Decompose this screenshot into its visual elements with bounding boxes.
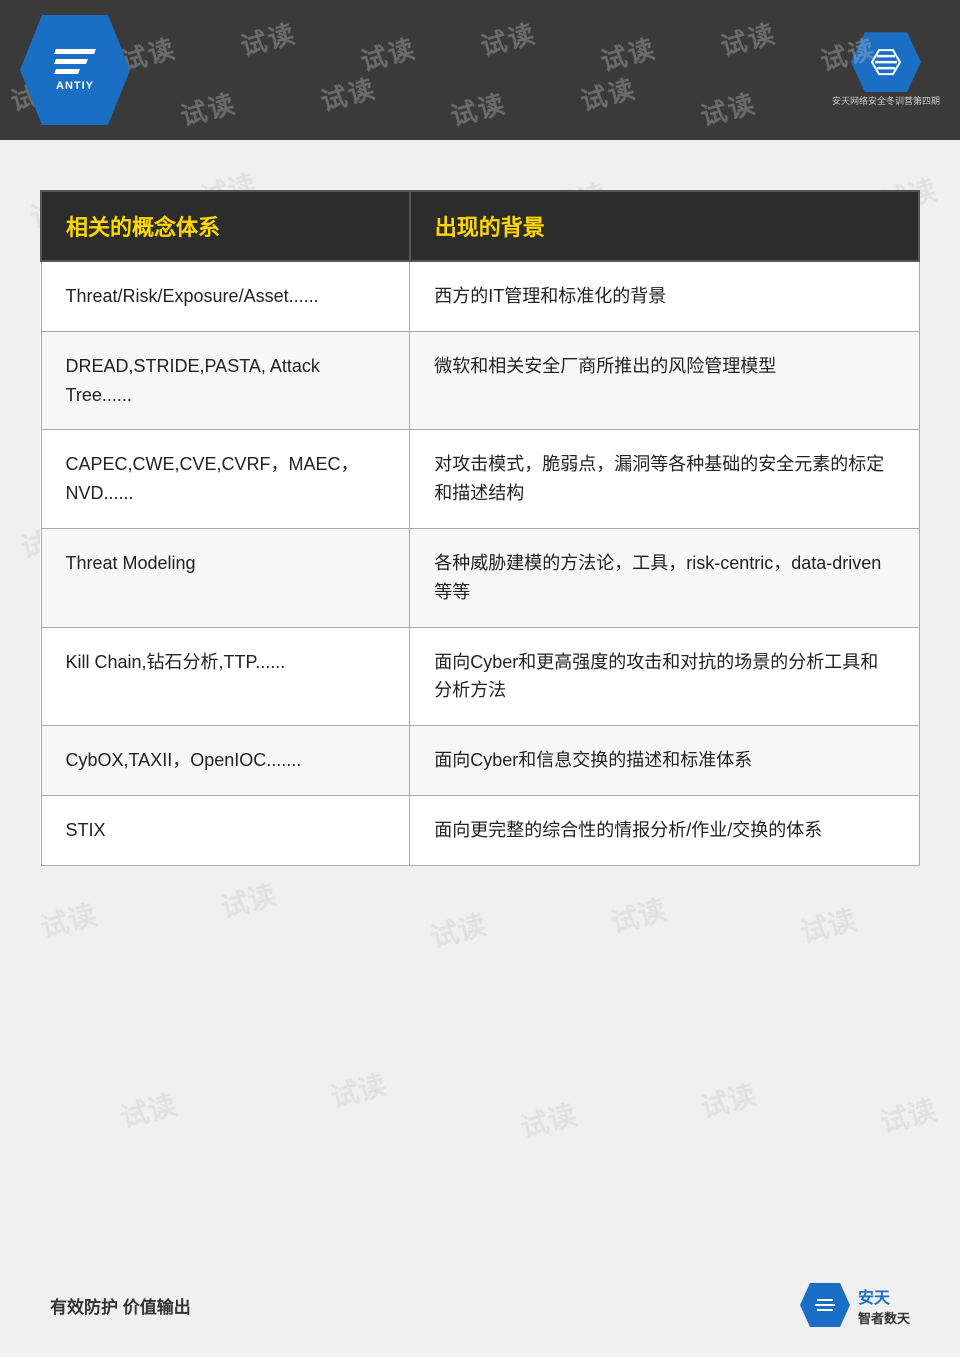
table-cell-left-5: CybOX,TAXII，OpenIOC.......: [41, 726, 410, 796]
wm13: 试读: [696, 83, 760, 133]
logo-stripes: [55, 49, 95, 74]
bwm31: 试读: [876, 1088, 940, 1141]
bwm27: 试读: [116, 1083, 180, 1136]
header-right-subtext: 安天网络安全冬训营第四期: [832, 96, 940, 108]
footer: 有效防护 价值输出 安天 智者数天: [0, 1283, 960, 1327]
bwm30: 试读: [696, 1073, 760, 1126]
table-row: DREAD,STRIDE,PASTA, Attack Tree......微软和…: [41, 331, 919, 430]
header: ANTIY 试读 试读 试读 试读 试读 试读 试读 试读 试读 试读 试读 试…: [0, 0, 960, 140]
table-row: CAPEC,CWE,CVE,CVRF，MAEC，NVD......对攻击模式，脆…: [41, 430, 919, 529]
header-right-logo-shape: [851, 32, 921, 92]
bwm26: 试读: [796, 898, 860, 951]
table-row: Kill Chain,钻石分析,TTP......面向Cyber和更高强度的攻击…: [41, 627, 919, 726]
header-logo-svg: [867, 45, 905, 79]
wm9: 试读: [176, 83, 240, 133]
footer-brand-text: 智者数天: [858, 1308, 910, 1327]
table-cell-right-3: 各种威胁建模的方法论，工具，risk-centric，data-driven等等: [410, 528, 919, 627]
footer-right: 安天 智者数天: [800, 1283, 910, 1327]
logo: ANTIY: [20, 15, 130, 125]
table-cell-right-5: 面向Cyber和信息交换的描述和标准体系: [410, 726, 919, 796]
wm4: 试读: [476, 13, 540, 63]
bwm29: 试读: [516, 1093, 580, 1146]
bwm24: 试读: [426, 903, 490, 956]
table-cell-right-0: 西方的IT管理和标准化的背景: [410, 261, 919, 331]
table-row: Threat Modeling各种威胁建模的方法论，工具，risk-centri…: [41, 528, 919, 627]
wm12: 试读: [576, 68, 640, 118]
bwm28: 试读: [326, 1063, 390, 1116]
main-content: 相关的概念体系 出现的背景 Threat/Risk/Exposure/Asset…: [40, 190, 920, 866]
table-cell-left-3: Threat Modeling: [41, 528, 410, 627]
logo-stripe-3: [54, 69, 80, 74]
table-body: Threat/Risk/Exposure/Asset......西方的IT管理和…: [41, 261, 919, 865]
table-header-row: 相关的概念体系 出现的背景: [41, 191, 919, 261]
col2-header: 出现的背景: [410, 191, 919, 261]
bwm22: 试读: [36, 893, 100, 946]
bwm23: 试读: [216, 873, 280, 926]
footer-logo-text: 安天: [858, 1284, 890, 1308]
footer-brand-container: 安天 智者数天: [858, 1284, 910, 1327]
table-cell-right-6: 面向更完整的综合性的情报分析/作业/交换的体系: [410, 795, 919, 865]
logo-stripe-1: [54, 49, 96, 54]
table-cell-right-2: 对攻击模式，脆弱点，漏洞等各种基础的安全元素的标定和描述结构: [410, 430, 919, 529]
wm6: 试读: [716, 13, 780, 63]
header-watermarks: 试读 试读 试读 试读 试读 试读 试读 试读 试读 试读 试读 试读 试读: [0, 0, 960, 140]
table-cell-left-4: Kill Chain,钻石分析,TTP......: [41, 627, 410, 726]
footer-logo-svg: [811, 1293, 839, 1317]
table-cell-right-4: 面向Cyber和更高强度的攻击和对抗的场景的分析工具和分析方法: [410, 627, 919, 726]
table-row: Threat/Risk/Exposure/Asset......西方的IT管理和…: [41, 261, 919, 331]
footer-logo-shape: [800, 1283, 850, 1327]
table-cell-right-1: 微软和相关安全厂商所推出的风险管理模型: [410, 331, 919, 430]
wm3: 试读: [356, 28, 420, 78]
wm11: 试读: [446, 83, 510, 133]
table-row: STIX面向更完整的综合性的情报分析/作业/交换的体系: [41, 795, 919, 865]
table-cell-left-2: CAPEC,CWE,CVE,CVRF，MAEC，NVD......: [41, 430, 410, 529]
header-right-logo: 安天网络安全冬训营第四期: [832, 32, 940, 108]
wm2: 试读: [236, 13, 300, 63]
wm5: 试读: [596, 28, 660, 78]
wm10: 试读: [316, 68, 380, 118]
table-cell-left-0: Threat/Risk/Exposure/Asset......: [41, 261, 410, 331]
table-cell-left-6: STIX: [41, 795, 410, 865]
concept-table: 相关的概念体系 出现的背景 Threat/Risk/Exposure/Asset…: [40, 190, 920, 866]
col1-header: 相关的概念体系: [41, 191, 410, 261]
logo-text: ANTIY: [56, 80, 94, 92]
table-row: CybOX,TAXII，OpenIOC.......面向Cyber和信息交换的描…: [41, 726, 919, 796]
table-cell-left-1: DREAD,STRIDE,PASTA, Attack Tree......: [41, 331, 410, 430]
footer-left-text: 有效防护 价值输出: [50, 1293, 191, 1318]
bwm25: 试读: [606, 888, 670, 941]
logo-stripe-2: [54, 59, 88, 64]
